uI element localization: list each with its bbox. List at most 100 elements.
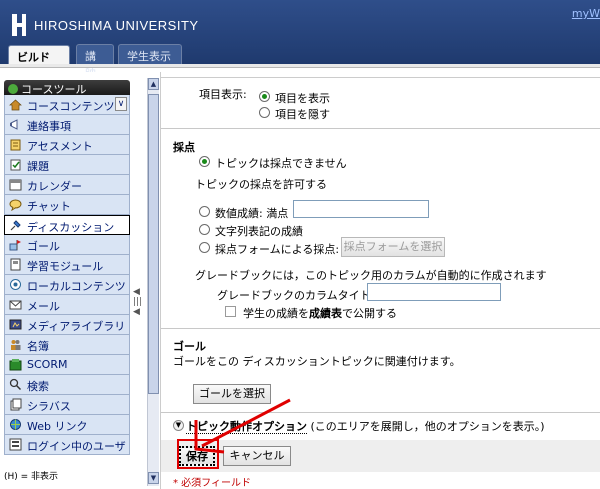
sidebar-item-label: メディアライブラリ	[27, 320, 126, 333]
sidebar-item-web-links[interactable]: Web リンク	[4, 415, 130, 435]
form-grade-radio[interactable]	[199, 242, 210, 253]
scorm-icon	[9, 359, 22, 371]
scroll-down-arrow-icon[interactable]: ▼	[148, 472, 159, 484]
not-gradable-radio[interactable]	[199, 156, 210, 167]
sidebar-item-syllabus[interactable]: シラバス	[4, 395, 130, 415]
sidebar-item-label: メール	[27, 300, 60, 313]
hide-item-radio[interactable]	[259, 107, 270, 118]
publish-gradebook-word: 成績表	[309, 307, 342, 320]
course-tools-sidebar: コースツール コースコンテンツ ∨ 連絡事項 アセスメント 課題 カレンダー チ…	[0, 72, 148, 489]
string-grade-radio[interactable]	[199, 224, 210, 235]
sidebar-item-local-content[interactable]: ローカルコンテンツ	[4, 275, 130, 295]
pushpin-icon	[10, 220, 21, 231]
magnifier-icon	[9, 378, 22, 391]
topic-settings-form: 項目表示: 項目を表示 項目を隠す 採点 トピックは採点できません トピックの採…	[160, 72, 600, 489]
role-tabs: ビルド 講師 学生表示	[0, 44, 600, 79]
chat-icon	[9, 199, 22, 211]
sidebar-item-label: ログイン中のユーザ	[27, 440, 126, 453]
goal-flag-icon	[9, 240, 21, 251]
section-divider	[161, 412, 600, 413]
sidebar-item-label: ディスカッション	[27, 221, 115, 234]
sidebar-item-chat[interactable]: チャット	[4, 195, 130, 215]
sidebar-item-discussion[interactable]: ディスカッション	[4, 215, 130, 235]
sidebar-item-goals[interactable]: ゴール	[4, 235, 130, 255]
section-divider	[161, 328, 600, 329]
select-grading-form-button[interactable]: 採点フォームを選択	[341, 237, 445, 257]
syllabus-icon	[10, 398, 22, 411]
sidebar-item-assessments[interactable]: アセスメント	[4, 135, 130, 155]
gradebook-note: グレードブックには，このトピック用のカラムが自動的に作成されます	[195, 269, 547, 282]
tab-build[interactable]: ビルド	[8, 45, 70, 66]
sidebar-item-label: SCORM	[27, 358, 68, 371]
sidebar-item-label: アセスメント	[27, 140, 93, 153]
megaphone-icon	[10, 119, 18, 130]
tab-student-view[interactable]: 学生表示	[118, 44, 182, 64]
sidebar-item-roster[interactable]: 名簿	[4, 335, 130, 355]
column-title-label: グレードブックのカラムタイトル:	[217, 289, 386, 302]
publish-grades-label: 学生の成績を成績表で公開する	[243, 305, 397, 321]
sidebar-item-course-content[interactable]: コースコンテンツ ∨	[4, 95, 130, 115]
local-content-icon	[10, 279, 21, 290]
sidebar-item-search[interactable]: 検索	[4, 375, 130, 395]
topic-options-hint: (このエリアを展開し，他のオプションを表示。)	[310, 420, 545, 433]
assignment-icon	[10, 159, 21, 171]
sidebar-item-label: 検索	[27, 380, 49, 393]
show-item-label: 項目を表示	[275, 92, 330, 105]
chevron-down-icon[interactable]: ∨	[115, 97, 127, 111]
calendar-icon	[9, 179, 22, 191]
column-title-input[interactable]	[367, 283, 501, 301]
course-tools-heading[interactable]: コースツール	[4, 80, 130, 96]
topic-options-link[interactable]: トピック動作オプション	[186, 420, 307, 434]
web-link-icon	[10, 419, 21, 430]
hide-item-label: 項目を隠す	[275, 108, 330, 121]
people-icon	[11, 340, 21, 350]
max-score-input[interactable]	[293, 200, 429, 218]
sidebar-item-label: コースコンテンツ	[27, 100, 115, 113]
select-goal-button[interactable]: ゴールを選択	[193, 384, 271, 404]
sidebar-item-scorm[interactable]: SCORM	[4, 355, 130, 375]
house-icon	[9, 99, 22, 111]
university-logo-icon	[12, 14, 26, 36]
publish-grades-checkbox[interactable]	[225, 306, 236, 317]
university-name: HIROSHIMA UNIVERSITY	[34, 18, 199, 33]
sidebar-item-media-library[interactable]: メディアライブラリ	[4, 315, 130, 335]
sidebar-item-learning-modules[interactable]: 学習モジュール	[4, 255, 130, 275]
sidebar-item-announcements[interactable]: 連絡事項	[4, 115, 130, 135]
user-list-icon	[9, 438, 22, 451]
sidebar-scrollbar[interactable]: ▲ ▼	[147, 78, 159, 486]
media-library-icon	[9, 319, 22, 330]
sidebar-scrollbar-thumb[interactable]	[148, 94, 159, 394]
sidebar-item-label: 学習モジュール	[27, 260, 104, 273]
sidebar-item-mail[interactable]: メール	[4, 295, 130, 315]
sidebar-item-calendar[interactable]: カレンダー	[4, 175, 130, 195]
sidebar-item-label: チャット	[27, 200, 71, 213]
my-workspace-link[interactable]: myW	[572, 7, 600, 20]
sidebar-item-label: シラバス	[27, 400, 71, 413]
numeric-grade-label: 数値成績: 満点	[215, 207, 289, 220]
expand-options-icon[interactable]: ▼	[173, 420, 184, 431]
publish-suffix: で公開する	[342, 307, 397, 320]
scroll-up-arrow-icon[interactable]: ▲	[148, 78, 159, 90]
item-display-label: 項目表示:	[199, 88, 247, 101]
course-tools-list: コースツール コースコンテンツ ∨ 連絡事項 アセスメント 課題 カレンダー チ…	[4, 80, 130, 455]
mail-icon	[9, 300, 22, 310]
tab-bar-divider	[0, 64, 600, 68]
sidebar-item-label: 名簿	[27, 340, 49, 353]
grading-section-title: 採点	[173, 141, 195, 154]
sidebar-item-assignments[interactable]: 課題	[4, 155, 130, 175]
string-grade-label: 文字列表記の成績	[215, 225, 303, 238]
numeric-grade-radio[interactable]	[199, 206, 210, 217]
sidebar-item-label: カレンダー	[27, 180, 82, 193]
show-item-radio[interactable]	[259, 91, 270, 102]
tab-instructor[interactable]: 講師	[76, 44, 114, 79]
module-icon	[10, 258, 21, 271]
content-top-divider	[161, 72, 600, 78]
publish-prefix: 学生の成績を	[243, 307, 309, 320]
sidebar-item-online-users[interactable]: ログイン中のユーザ	[4, 435, 130, 455]
sidebar-item-label: ゴール	[27, 240, 60, 253]
sidebar-collapse-handle[interactable]: ◀ ||| ◀	[133, 287, 142, 327]
save-button[interactable]: 保存	[179, 446, 215, 466]
required-field-note: * 必須フィールド	[173, 478, 251, 489]
goal-section-title: ゴール	[173, 340, 206, 353]
cancel-button[interactable]: キャンセル	[223, 446, 291, 466]
